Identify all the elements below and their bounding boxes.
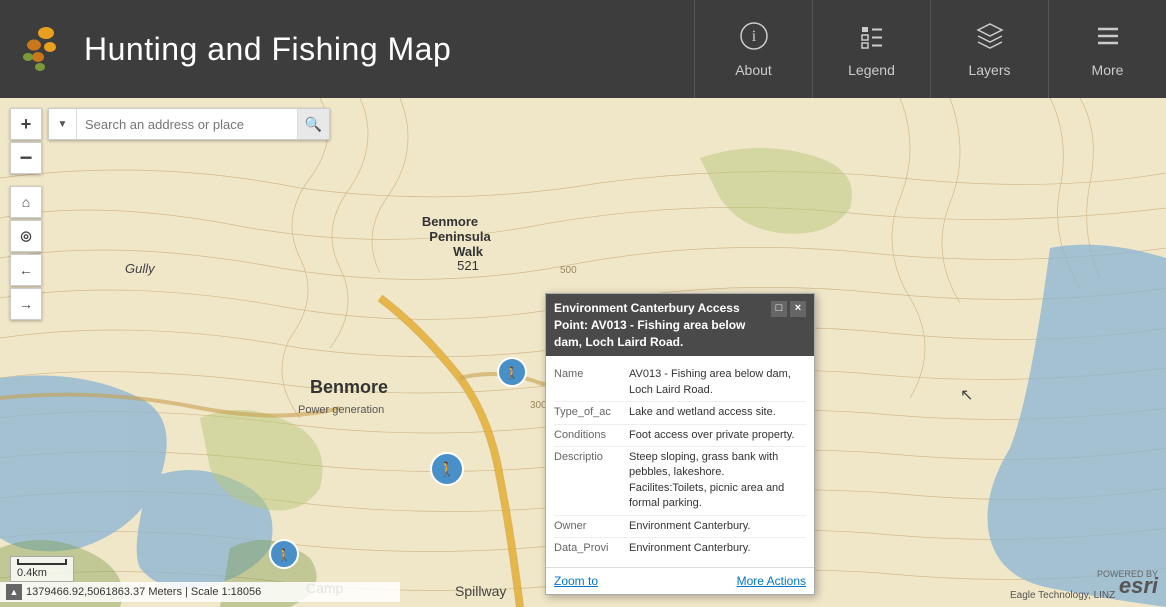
svg-text:Peninsula: Peninsula bbox=[429, 229, 491, 244]
svg-text:Walk: Walk bbox=[453, 244, 484, 259]
zoom-in-button[interactable]: + bbox=[10, 108, 42, 140]
svg-text:Benmore: Benmore bbox=[422, 214, 478, 229]
svg-text:i: i bbox=[751, 28, 756, 45]
layers-icon bbox=[974, 20, 1006, 56]
popup-field-value: Environment Canterbury. bbox=[629, 519, 806, 534]
popup-field-row: Data_ProviEnvironment Canterbury. bbox=[554, 538, 806, 559]
map-container[interactable]: Gully Benmore Power generation Camp Spil… bbox=[0, 98, 1166, 607]
popup-controls: □ × bbox=[771, 301, 806, 317]
svg-text:🚶: 🚶 bbox=[277, 548, 292, 562]
svg-text:500: 500 bbox=[560, 265, 577, 276]
legend-icon bbox=[856, 20, 888, 56]
home-button[interactable]: ⌂ bbox=[10, 186, 42, 218]
feature-popup: Environment Canterbury Access Point: AV0… bbox=[545, 293, 815, 595]
popup-close-button[interactable]: × bbox=[790, 301, 806, 317]
nav-about[interactable]: i About bbox=[694, 0, 812, 98]
zoom-out-button[interactable]: − bbox=[10, 142, 42, 174]
zoom-to-link[interactable]: Zoom to bbox=[554, 574, 598, 588]
more-actions-link[interactable]: More Actions bbox=[737, 574, 806, 588]
popup-field-row: OwnerEnvironment Canterbury. bbox=[554, 516, 806, 538]
about-icon: i bbox=[738, 20, 770, 56]
svg-text:Eagle Technology, LINZ: Eagle Technology, LINZ bbox=[1010, 590, 1115, 601]
svg-text:🚶: 🚶 bbox=[505, 366, 520, 380]
popup-field-key: Conditions bbox=[554, 428, 629, 443]
coords-bar: ▲ 1379466.92,5061863.37 Meters | Scale 1… bbox=[0, 582, 400, 602]
svg-text:Gully: Gully bbox=[125, 261, 156, 276]
nav-legend[interactable]: Legend bbox=[812, 0, 930, 98]
nav-more[interactable]: More bbox=[1048, 0, 1166, 98]
scale-label: 0.4km bbox=[17, 567, 47, 579]
popup-field-key: Name bbox=[554, 367, 629, 398]
search-dropdown-button[interactable]: ▼ bbox=[49, 109, 77, 139]
svg-text:521: 521 bbox=[457, 258, 479, 273]
svg-text:Power generation: Power generation bbox=[298, 404, 384, 416]
popup-field-value: Lake and wetland access site. bbox=[629, 405, 806, 420]
svg-text:↖: ↖ bbox=[960, 387, 973, 404]
app-header: Hunting and Fishing Map i About Legend bbox=[0, 0, 1166, 98]
coordinates-text: 1379466.92,5061863.37 Meters | Scale 1:1… bbox=[26, 586, 261, 598]
popup-field-key: Type_of_ac bbox=[554, 405, 629, 420]
popup-field-value: Environment Canterbury. bbox=[629, 541, 806, 556]
popup-field-row: ConditionsFoot access over private prope… bbox=[554, 425, 806, 447]
logo-area: Hunting and Fishing Map bbox=[0, 23, 694, 75]
svg-text:🚶: 🚶 bbox=[438, 461, 455, 478]
esri-logo: esri bbox=[1119, 573, 1158, 599]
search-bar: ▼ 🔍 bbox=[48, 108, 330, 140]
popup-body: NameAV013 - Fishing area below dam, Loch… bbox=[546, 356, 814, 567]
popup-footer: Zoom to More Actions bbox=[546, 567, 814, 594]
nav-about-label: About bbox=[735, 62, 772, 78]
search-button[interactable]: 🔍 bbox=[297, 109, 329, 139]
popup-title: Environment Canterbury Access Point: AV0… bbox=[554, 300, 771, 350]
svg-text:Spillway: Spillway bbox=[455, 583, 506, 599]
nav-more-label: More bbox=[1092, 62, 1124, 78]
map-controls: + − ⌂ ◎ ← → bbox=[10, 108, 42, 320]
popup-field-key: Owner bbox=[554, 519, 629, 534]
locate-button[interactable]: ◎ bbox=[10, 220, 42, 252]
nav-layers[interactable]: Layers bbox=[930, 0, 1048, 98]
popup-minimize-button[interactable]: □ bbox=[771, 301, 787, 317]
popup-field-value: Steep sloping, grass bank with pebbles, … bbox=[629, 450, 806, 512]
nav-layers-label: Layers bbox=[968, 62, 1010, 78]
popup-header: Environment Canterbury Access Point: AV0… bbox=[546, 294, 814, 356]
app-title: Hunting and Fishing Map bbox=[84, 31, 451, 68]
svg-text:Benmore: Benmore bbox=[310, 377, 388, 397]
popup-field-row: Type_of_acLake and wetland access site. bbox=[554, 402, 806, 424]
popup-field-row: NameAV013 - Fishing area below dam, Loch… bbox=[554, 364, 806, 402]
search-input[interactable] bbox=[77, 109, 297, 139]
more-icon bbox=[1092, 20, 1124, 56]
popup-field-key: Data_Provi bbox=[554, 541, 629, 556]
back-button[interactable]: ← bbox=[10, 254, 42, 286]
popup-field-value: Foot access over private property. bbox=[629, 428, 806, 443]
popup-field-row: DescriptioSteep sloping, grass bank with… bbox=[554, 447, 806, 516]
nav-legend-label: Legend bbox=[848, 62, 895, 78]
forward-button[interactable]: → bbox=[10, 288, 42, 320]
app-logo bbox=[20, 23, 72, 75]
scale-bar: 0.4km bbox=[10, 556, 74, 582]
popup-field-value: AV013 - Fishing area below dam, Loch Lai… bbox=[629, 367, 806, 398]
coords-expand-button[interactable]: ▲ bbox=[6, 584, 22, 600]
popup-field-key: Descriptio bbox=[554, 450, 629, 512]
